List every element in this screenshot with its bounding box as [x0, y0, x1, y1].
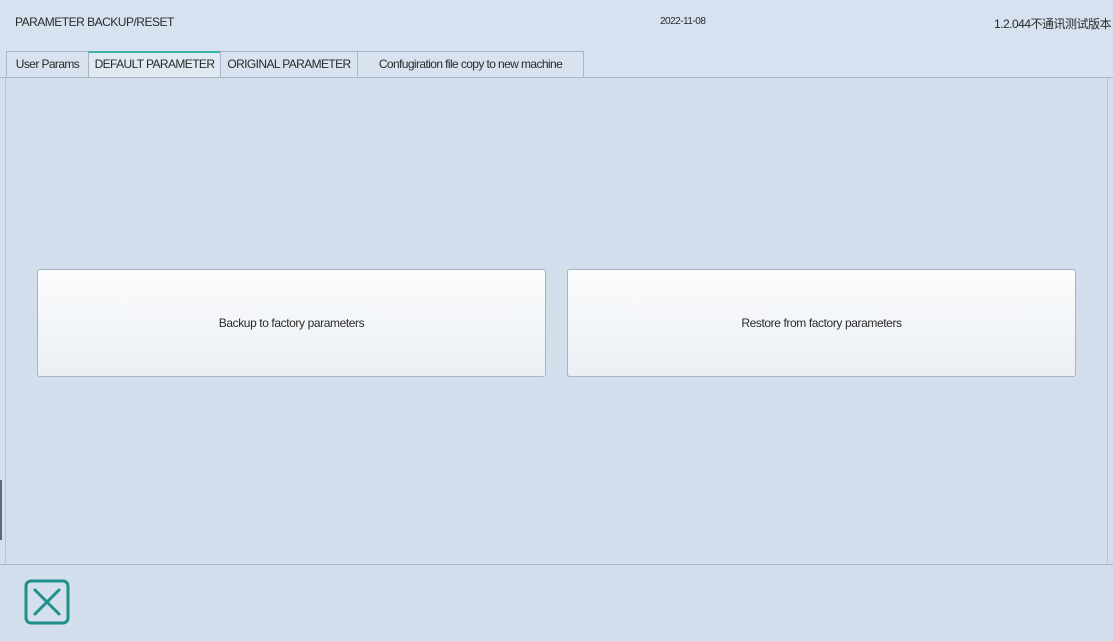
date-display: 2022-11-08: [660, 16, 706, 27]
tab-default-parameter[interactable]: DEFAULT PARAMETER: [88, 51, 221, 78]
tab-original-parameter[interactable]: ORIGINAL PARAMETER: [220, 51, 358, 77]
tab-bar: User Params DEFAULT PARAMETER ORIGINAL P…: [0, 44, 1113, 78]
title-bar: PARAMETER BACKUP/RESET 2022-11-08 1.2.04…: [0, 0, 1113, 44]
close-button[interactable]: [24, 579, 70, 625]
tab-user-params[interactable]: User Params: [6, 51, 89, 77]
tab-config-file-copy[interactable]: Confugiration file copy to new machine: [357, 51, 584, 77]
left-edge-marker: [0, 480, 2, 540]
close-x-icon: [24, 579, 70, 625]
version-label: 1.2.044不通讯测试版本: [993, 17, 1112, 31]
footer-bar: [0, 565, 1113, 641]
backup-factory-button[interactable]: Backup to factory parameters: [37, 269, 546, 377]
restore-factory-button[interactable]: Restore from factory parameters: [567, 269, 1076, 377]
page-title: PARAMETER BACKUP/RESET: [15, 15, 174, 29]
